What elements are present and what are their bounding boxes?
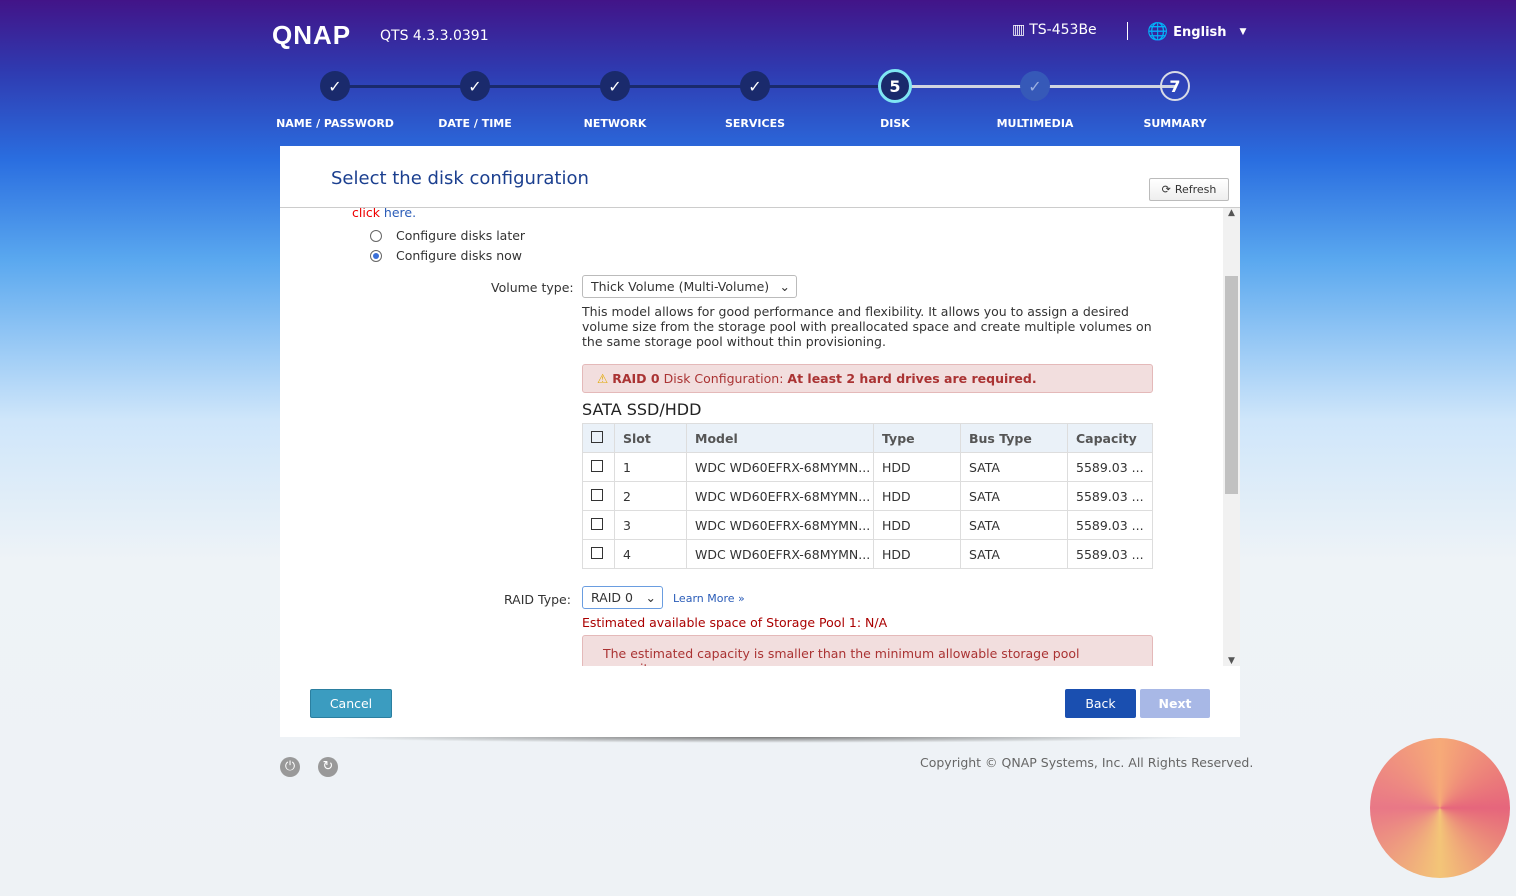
row-checkbox[interactable]: [591, 459, 603, 472]
radio-configure-now[interactable]: Configure disks now: [370, 248, 522, 263]
cell: WDC WD60EFRX-68MYMN...: [686, 539, 874, 569]
qnap-logo: QNAP: [272, 20, 352, 50]
step-5-marker: 5: [878, 69, 912, 103]
step-6-marker: ✓: [1020, 71, 1050, 101]
raid-type-select[interactable]: RAID 0 ⌄: [582, 586, 663, 609]
cancel-button[interactable]: Cancel: [310, 689, 392, 718]
device-model: ▥ TS-453Be: [1012, 22, 1097, 38]
cell: 2: [614, 481, 687, 511]
language-select[interactable]: 🌐 English ▼: [1147, 22, 1246, 42]
step-4-marker: ✓: [740, 71, 770, 101]
cell: HDD: [873, 539, 961, 569]
step-label: SERVICES: [724, 117, 786, 130]
panel-shadow: [320, 737, 1200, 743]
raid-type-label: RAID Type:: [504, 592, 571, 607]
watermark-logo: [1370, 738, 1510, 878]
row-checkbox[interactable]: [591, 546, 603, 559]
select-all-checkbox[interactable]: [591, 430, 603, 443]
cell: 5589.03 ...: [1067, 510, 1153, 540]
row-checkbox[interactable]: [591, 517, 603, 530]
step-1-marker: ✓: [320, 71, 350, 101]
table-row[interactable]: 2 WDC WD60EFRX-68MYMN... HDD SATA 5589.03 ..…: [582, 481, 1153, 511]
here-link[interactable]: here.: [384, 208, 416, 220]
caret-down-icon: ▼: [1239, 27, 1247, 37]
volume-type-select[interactable]: Thick Volume (Multi-Volume) ⌄: [582, 275, 797, 298]
step-label: DATE / TIME: [438, 117, 512, 130]
cell: SATA: [960, 452, 1068, 482]
step-3-marker: ✓: [600, 71, 630, 101]
chevron-down-icon: ⌄: [645, 590, 656, 605]
learn-more-link[interactable]: Learn More »: [673, 592, 745, 605]
estimate-text: Estimated available space of Storage Poo…: [582, 615, 888, 630]
restart-icon[interactable]: ↻: [318, 757, 338, 777]
cell: SATA: [960, 510, 1068, 540]
row-checkbox[interactable]: [591, 488, 603, 501]
cell: WDC WD60EFRX-68MYMN...: [686, 510, 874, 540]
capacity-warning: The estimated capacity is smaller than t…: [582, 635, 1153, 666]
cell: HDD: [873, 510, 961, 540]
raid-warning: ⚠ RAID 0 Disk Configuration: At least 2 har…: [582, 364, 1153, 393]
warning-icon: ⚠: [597, 371, 609, 386]
next-button[interactable]: Next: [1140, 689, 1210, 718]
cell: WDC WD60EFRX-68MYMN...: [686, 452, 874, 482]
scroll-content: click here. Configure disks later Config…: [280, 208, 1223, 666]
cell: 5589.03 ...: [1067, 481, 1153, 511]
table-row[interactable]: 3 WDC WD60EFRX-68MYMN... HDD SATA 5589.03 ..…: [582, 510, 1153, 540]
cell: 3: [614, 510, 687, 540]
step-label: NETWORK: [583, 117, 647, 130]
step-label: MULTIMEDIA: [996, 117, 1074, 130]
cell: SATA: [960, 481, 1068, 511]
cell: WDC WD60EFRX-68MYMN...: [686, 481, 874, 511]
wizard-panel: Select the disk configuration ⟳ Refresh c…: [280, 146, 1240, 737]
table-header: Slot Model Type Bus Type Capacity: [582, 423, 1153, 453]
radio-configure-later[interactable]: Configure disks later: [370, 228, 525, 243]
step-label: NAME / PASSWORD: [276, 117, 394, 130]
step-label: DISK: [880, 117, 910, 130]
step-label: SUMMARY: [1143, 117, 1207, 130]
cell: 5589.03 ...: [1067, 452, 1153, 482]
table-row[interactable]: 4 WDC WD60EFRX-68MYMN... HDD SATA 5589.03 ..…: [582, 539, 1153, 569]
page-title: Select the disk configuration: [331, 168, 589, 189]
divider: [1127, 22, 1128, 40]
cell: SATA: [960, 539, 1068, 569]
volume-description: This model allows for good performance a…: [582, 304, 1152, 349]
globe-icon: 🌐: [1147, 22, 1169, 42]
copyright: Copyright © QNAP Systems, Inc. All Right…: [920, 755, 1254, 770]
scrollbar-thumb[interactable]: [1225, 276, 1238, 494]
power-icon[interactable]: ⏻: [280, 757, 300, 777]
disk-table: Slot Model Type Bus Type Capacity 1 WDC W…: [582, 423, 1153, 569]
step-2-marker: ✓: [460, 71, 490, 101]
section-title: SATA SSD/HDD: [582, 400, 702, 419]
refresh-button[interactable]: ⟳ Refresh: [1149, 178, 1229, 201]
cell: HDD: [873, 481, 961, 511]
cell: HDD: [873, 452, 961, 482]
back-button[interactable]: Back: [1065, 689, 1136, 718]
volume-type-label: Volume type:: [491, 280, 574, 295]
refresh-icon: ⟳: [1161, 183, 1171, 196]
version: QTS 4.3.3.0391: [380, 28, 489, 44]
cell: 5589.03 ...: [1067, 539, 1153, 569]
chevron-down-icon: ⌄: [779, 279, 790, 294]
nas-icon: ▥: [1012, 22, 1026, 38]
cell: 4: [614, 539, 687, 569]
table-row[interactable]: 1 WDC WD60EFRX-68MYMN... HDD SATA 5589.03 ..…: [582, 452, 1153, 482]
cell: 1: [614, 452, 687, 482]
step-7-marker: 7: [1160, 71, 1190, 101]
